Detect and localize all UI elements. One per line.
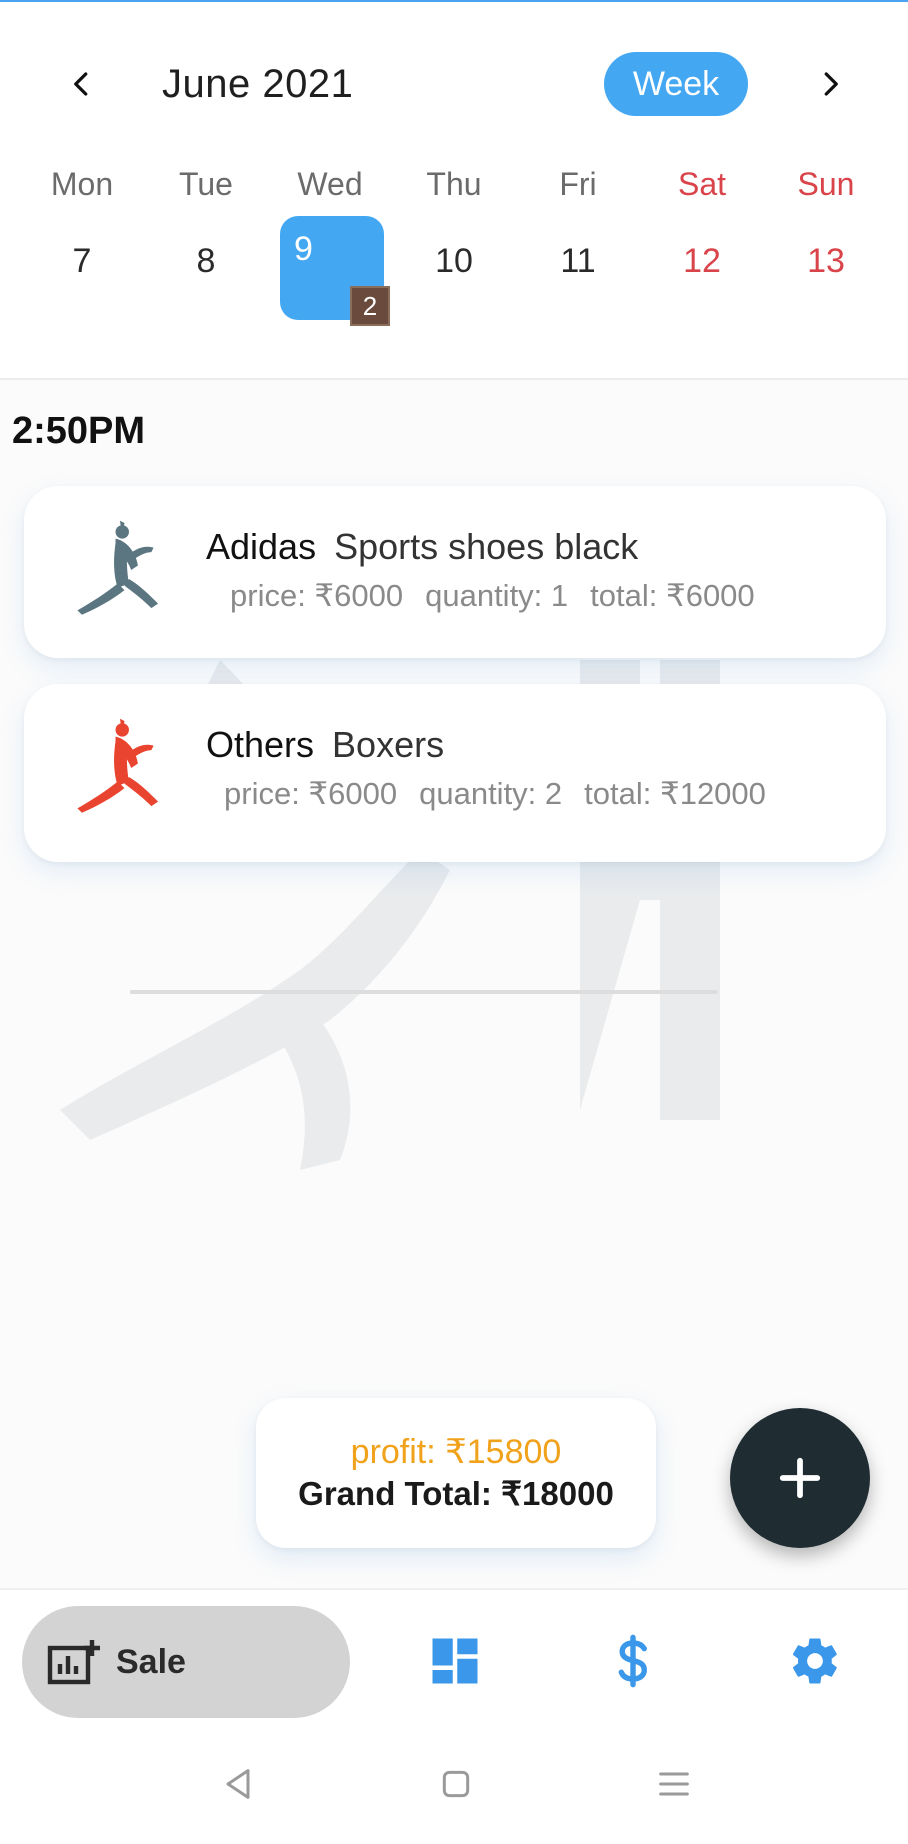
day-cell[interactable]: 8 [144, 242, 268, 286]
day-cell[interactable]: 11 [516, 242, 640, 286]
nav-settings-tab[interactable] [782, 1628, 848, 1694]
nav-finance-tab[interactable] [600, 1628, 666, 1694]
entry-details: price: ₹6000 quantity: 1 total: ₹6000 [230, 578, 777, 614]
totals-summary: profit: ₹15800 Grand Total: ₹18000 [256, 1398, 656, 1548]
week-calendar: June 2021 Week Mon Tue Wed Thu Fri Sat S… [0, 2, 908, 378]
dollar-icon [618, 1634, 647, 1688]
day-cell-weekend[interactable]: 13 [764, 242, 888, 286]
nav-sale-tab[interactable]: Sale [22, 1606, 350, 1718]
system-home-button[interactable] [430, 1758, 482, 1810]
weekday-header-row: Mon Tue Wed Thu Fri Sat Sun [20, 166, 888, 203]
entry-total: total: ₹6000 [590, 578, 755, 613]
day-cell-weekend[interactable]: 12 [640, 242, 764, 286]
gear-icon [792, 1638, 837, 1684]
athlete-silhouette-icon [77, 520, 159, 615]
month-title: June 2021 [162, 62, 354, 106]
nav-sale-label: Sale [116, 1642, 186, 1681]
previous-week-button[interactable] [56, 58, 108, 110]
menu-lines-icon [659, 1772, 689, 1796]
day-number-row: 7 8 10 11 12 13 [20, 242, 888, 286]
back-triangle-icon [226, 1769, 250, 1799]
bottom-navigation: Sale [0, 1588, 908, 1738]
plus-icon [779, 1457, 821, 1499]
profit-label: profit: ₹15800 [350, 1433, 562, 1471]
add-chart-icon [47, 1640, 100, 1685]
entry-title: Adidas Sports shoes black [206, 526, 638, 568]
entry-total: total: ₹12000 [584, 776, 766, 811]
home-square-icon [442, 1770, 470, 1798]
weekday-label: Thu [426, 166, 482, 202]
weekday-label-weekend: Sat [677, 166, 727, 202]
nav-dashboard-tab[interactable] [422, 1628, 488, 1694]
chevron-left-icon [74, 72, 88, 96]
entry-quantity: quantity: 2 [419, 776, 563, 811]
dashboard-icon [432, 1638, 478, 1684]
entry-details: price: ₹6000 quantity: 2 total: ₹12000 [224, 776, 788, 812]
system-menu-button[interactable] [648, 1758, 700, 1810]
entry-title: Others Boxers [206, 724, 444, 766]
entry-price: price: ₹6000 [224, 776, 398, 811]
entry-time-label: 2:50PM [12, 410, 146, 452]
entry-product: Boxers [332, 724, 445, 765]
day-cell[interactable]: 10 [392, 242, 516, 286]
weekday-label-weekend: Sun [797, 166, 855, 202]
entry-product: Sports shoes black [334, 526, 639, 567]
system-navigation-bar [0, 1736, 908, 1844]
sale-entry-card[interactable]: Others Boxers price: ₹6000 quantity: 2 tota… [24, 684, 886, 862]
athlete-silhouette-icon [77, 718, 159, 813]
view-mode-toggle[interactable]: Week [604, 52, 748, 116]
event-count-badge: 2 [350, 286, 390, 326]
entry-quantity: quantity: 1 [425, 578, 569, 613]
entry-price: price: ₹6000 [230, 578, 404, 613]
weekday-label: Mon [50, 166, 114, 202]
add-entry-button[interactable] [730, 1408, 870, 1548]
grand-total-label: Grand Total: ₹18000 [298, 1475, 614, 1512]
day-cell[interactable]: 7 [20, 242, 144, 286]
weekday-label: Wed [297, 166, 363, 202]
entry-brand: Others [206, 724, 315, 765]
list-end-divider [130, 990, 718, 994]
system-back-button[interactable] [212, 1758, 264, 1810]
weekday-label: Fri [559, 166, 597, 202]
chevron-right-icon [824, 72, 838, 96]
next-week-button[interactable] [804, 58, 856, 110]
sale-entry-card[interactable]: Adidas Sports shoes black price: ₹6000 qua… [24, 486, 886, 658]
entry-brand: Adidas [206, 526, 317, 567]
selected-day-number: 9 [294, 230, 313, 268]
weekday-label: Tue [179, 166, 233, 202]
